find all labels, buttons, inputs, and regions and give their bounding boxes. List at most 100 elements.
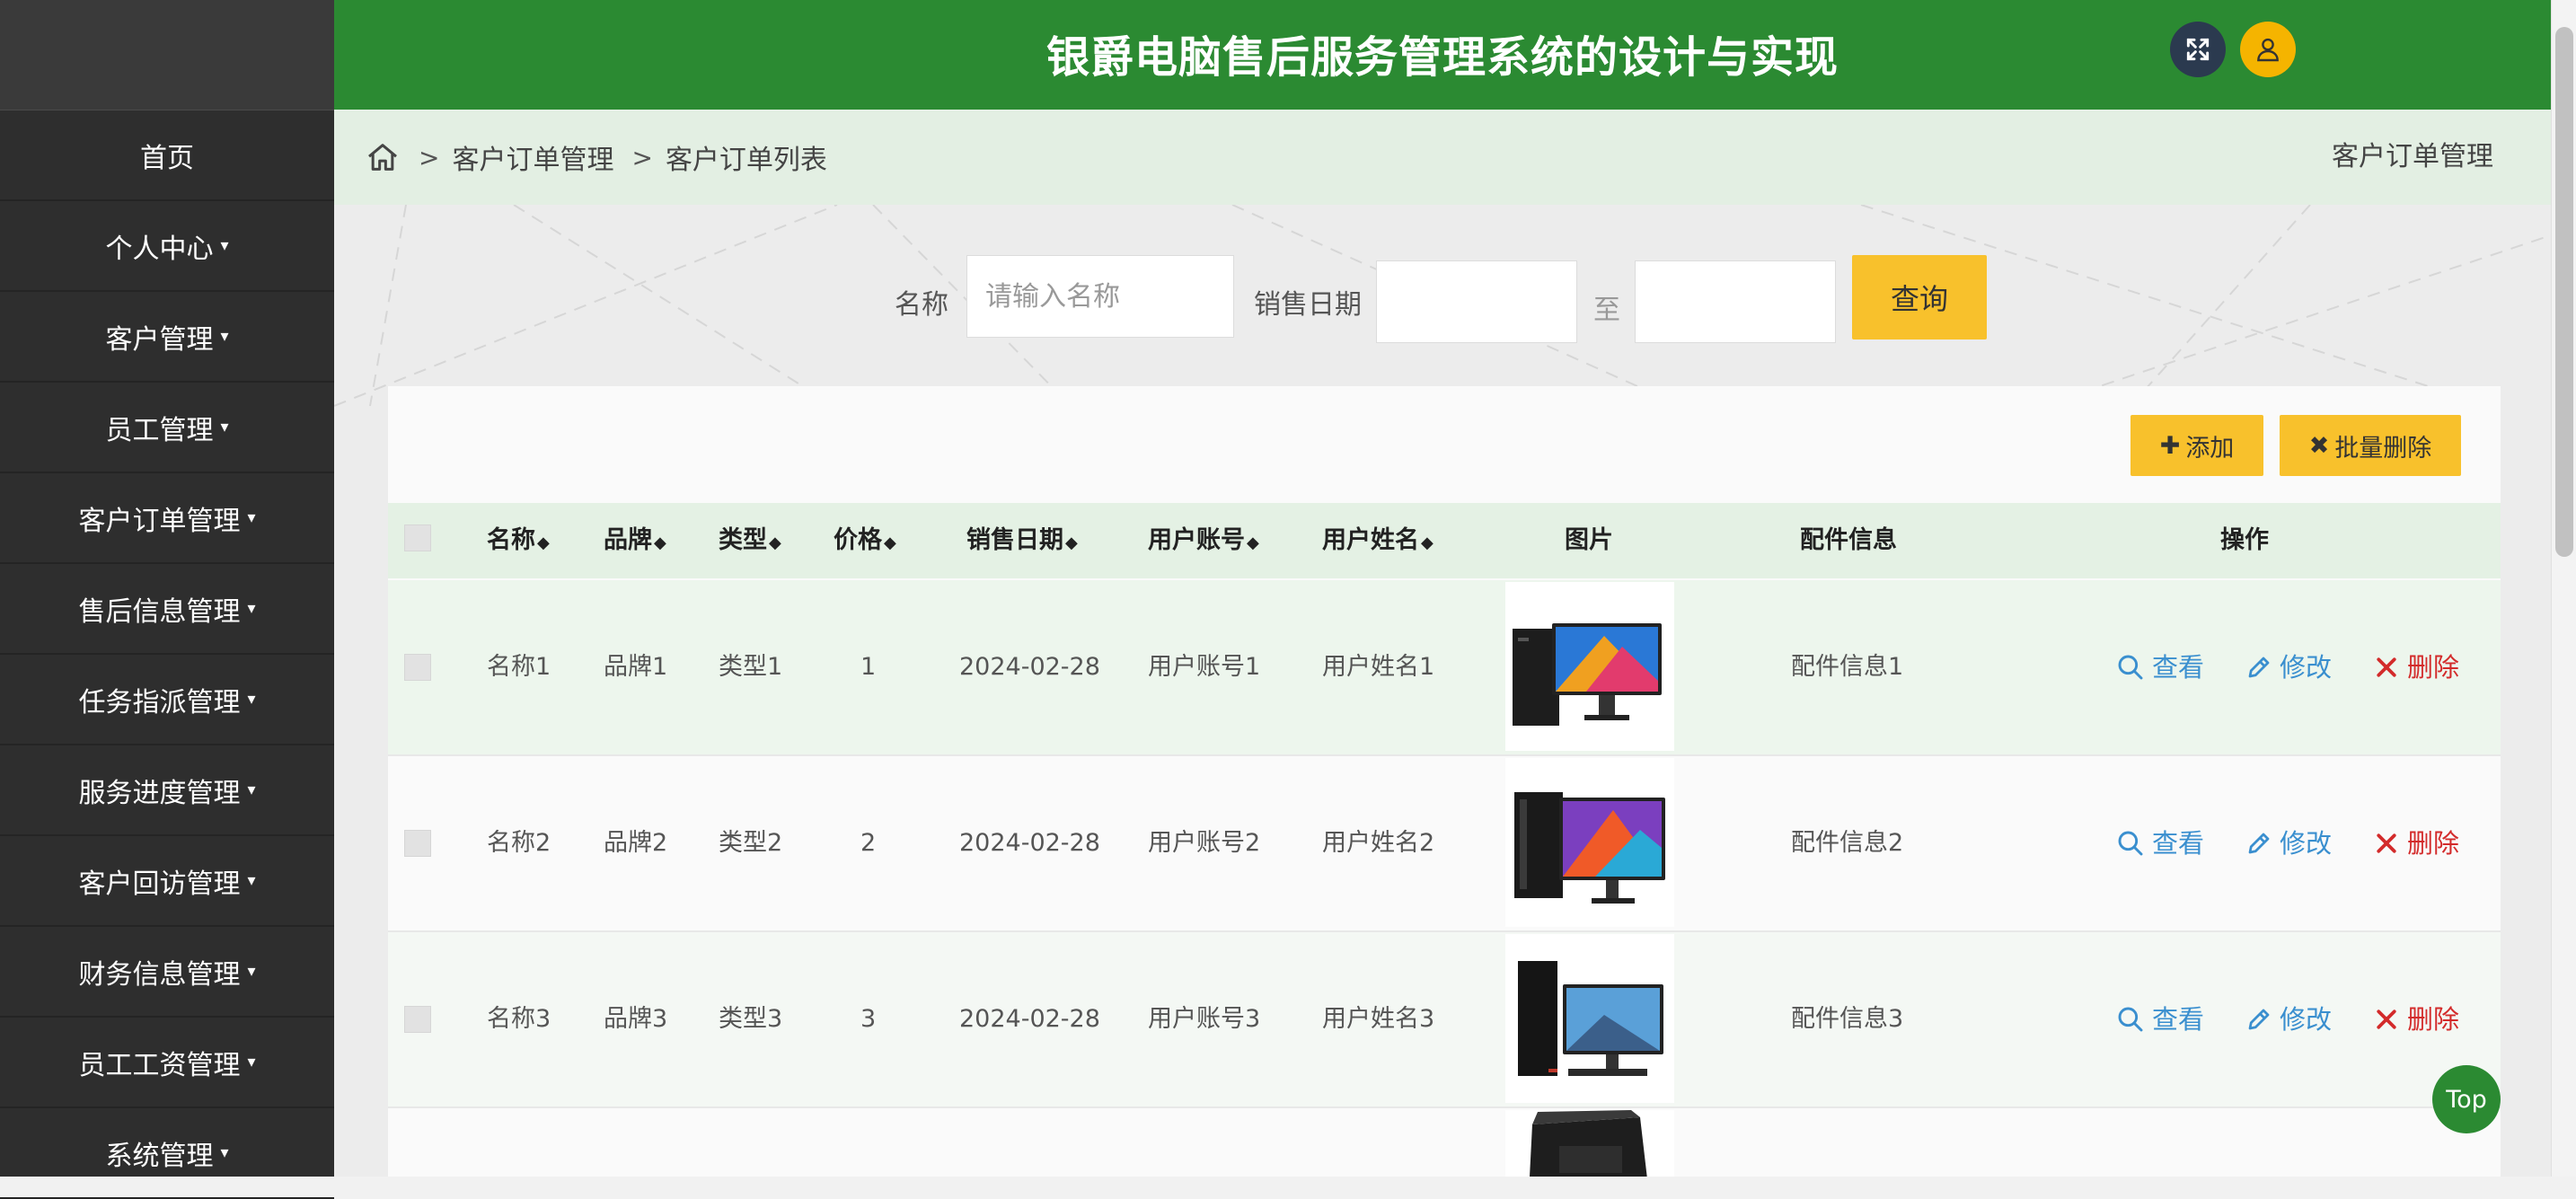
column-header-username[interactable]: 用户姓名 ◆ [1322,503,1434,581]
cell-brand: 品牌1 [604,653,668,681]
sidebar-item-service-progress[interactable]: 服务进度管理 ▾ [0,745,334,836]
sidebar-item-label: 售后信息管理 [78,595,241,628]
row-checkbox[interactable] [404,830,431,857]
batch-delete-button[interactable]: ✖ 批量删除 [2280,415,2461,476]
cell-sale-date: 2024-02-28 [959,653,1100,681]
sidebar-item-personal-center[interactable]: 个人中心 ▾ [0,201,334,292]
desktop-pc-image[interactable] [1505,758,1674,927]
edit-button[interactable]: 修改 [2245,580,2332,754]
fullscreen-button[interactable] [2170,22,2226,77]
cell-brand: 品牌3 [604,1005,668,1033]
cell-price: 1 [860,653,877,681]
sidebar-item-customer-orders[interactable]: 客户订单管理 ▾ [0,473,334,564]
breadcrumb-separator: > [631,142,653,172]
edit-button[interactable]: 修改 [2245,756,2332,930]
sidebar-item-finance[interactable]: 财务信息管理 ▾ [0,927,334,1018]
name-search-input[interactable] [966,255,1234,338]
query-button[interactable]: 查询 [1852,255,1987,339]
caret-down-icon: ▾ [247,780,256,799]
sidebar-item-system[interactable]: 系统管理 ▾ [0,1108,334,1199]
user-avatar-button[interactable] [2240,22,2296,77]
pencil-icon [2248,833,2270,854]
caret-down-icon: ▾ [220,1143,229,1162]
home-icon[interactable] [365,139,401,175]
breadcrumb-item[interactable]: 客户订单管理 [452,137,613,177]
pencil-icon [2248,657,2270,678]
sidebar-item-customer[interactable]: 客户管理 ▾ [0,292,334,383]
cell-account: 用户账号2 [1148,829,1261,857]
sidebar-item-home[interactable]: 首页 [0,110,334,201]
table-row: 名称1 品牌1 类型1 1 2024-02-28 用户账号1 用户姓名1 配件信… [388,580,2501,756]
cell-type: 类型3 [719,1005,783,1033]
caret-down-icon: ▾ [220,327,229,346]
sidebar: 首页 个人中心 ▾ 客户管理 ▾ 员工管理 ▾ 客户订单管理 ▾ 售后信息管理 ▾ 任务指… [0,0,334,1199]
cell-parts: 配件信息2 [1791,829,1904,857]
sidebar-logo-area [0,0,334,110]
cell-account: 用户账号3 [1148,1005,1261,1033]
sort-icon: ◆ [884,533,896,552]
column-header-brand[interactable]: 品牌 ◆ [604,503,666,581]
sidebar-item-employee[interactable]: 员工管理 ▾ [0,383,334,473]
breadcrumb: > 客户订单管理 > 客户订单列表 客户订单管理 [334,110,2551,205]
sidebar-item-label: 财务信息管理 [78,958,241,991]
cell-username: 用户姓名2 [1322,829,1435,857]
sort-icon: ◆ [1421,533,1434,552]
sort-icon: ◆ [537,533,550,552]
cell-username: 用户姓名1 [1322,653,1435,681]
column-header-name[interactable]: 名称 ◆ [487,503,550,581]
column-header-label: 品牌 [604,526,652,554]
page-scrollbar[interactable] [2551,0,2576,1177]
row-checkbox[interactable] [404,654,431,681]
desktop-pc-icon [1513,623,1662,726]
view-button[interactable]: 查看 [2116,580,2204,754]
sale-date-end-input[interactable] [1635,260,1836,343]
delete-button[interactable]: 删除 [2373,580,2459,754]
desktop-pc-image[interactable] [1505,582,1674,751]
column-header-sale-date[interactable]: 销售日期 ◆ [966,503,1078,581]
sidebar-item-task-assign[interactable]: 任务指派管理 ▾ [0,655,334,745]
sale-date-start-input[interactable] [1376,260,1577,343]
sidebar-item-after-sales[interactable]: 售后信息管理 ▾ [0,564,334,655]
desktop-pc-image[interactable] [1505,934,1674,1103]
edit-button[interactable]: 修改 [2245,932,2332,1106]
delete-button[interactable]: 删除 [2373,756,2459,930]
view-button[interactable]: 查看 [2116,756,2204,930]
cell-name: 名称2 [487,829,551,857]
view-label: 查看 [2152,1004,2205,1035]
sidebar-item-salary[interactable]: 员工工资管理 ▾ [0,1018,334,1108]
cell-price: 3 [860,1005,877,1033]
column-header-account[interactable]: 用户账号 ◆ [1148,503,1259,581]
name-filter-label: 名称 [895,289,948,321]
sidebar-item-label: 首页 [140,142,194,174]
table-panel: ✚ 添加 ✖ 批量删除 名称 ◆ 品牌 ◆ 类型 ◆ 价格 ◆ 销售日期 ◆ 用户账号 ◆ … [388,386,2501,1177]
column-header-label: 类型 [719,526,767,554]
scrollbar-thumb[interactable] [2555,27,2573,557]
sidebar-item-label: 员工管理 [105,414,214,446]
sidebar-item-customer-revisit[interactable]: 客户回访管理 ▾ [0,836,334,927]
row-checkbox[interactable] [404,1006,431,1033]
edit-label: 修改 [2280,652,2333,683]
view-button[interactable]: 查看 [2116,932,2204,1106]
cell-name: 名称1 [487,653,551,681]
desktop-pc-image[interactable] [1505,1110,1674,1177]
column-header-type[interactable]: 类型 ◆ [719,503,781,581]
sidebar-item-label: 服务进度管理 [78,777,241,809]
column-header-label: 用户账号 [1148,526,1245,554]
add-button[interactable]: ✚ 添加 [2130,415,2263,476]
sort-icon: ◆ [1247,533,1259,552]
breadcrumb-separator: > [419,142,440,172]
column-header-label: 用户姓名 [1322,526,1419,554]
cell-type: 类型1 [719,653,783,681]
caret-down-icon: ▾ [247,508,256,527]
sort-icon: ◆ [654,533,666,552]
table-header: 名称 ◆ 品牌 ◆ 类型 ◆ 价格 ◆ 销售日期 ◆ 用户账号 ◆ 用户姓名 ◆ 图片 配件信… [388,503,2501,578]
cell-price: 2 [860,829,877,857]
sort-icon: ◆ [1065,533,1078,552]
caret-down-icon: ▾ [247,962,256,981]
search-icon [2118,831,2143,856]
cell-parts: 配件信息1 [1791,653,1904,681]
back-to-top-button[interactable]: Top [2432,1065,2501,1133]
column-header-price[interactable]: 价格 ◆ [834,503,896,581]
sidebar-item-label: 个人中心 [105,233,214,265]
select-all-checkbox[interactable] [404,525,431,551]
